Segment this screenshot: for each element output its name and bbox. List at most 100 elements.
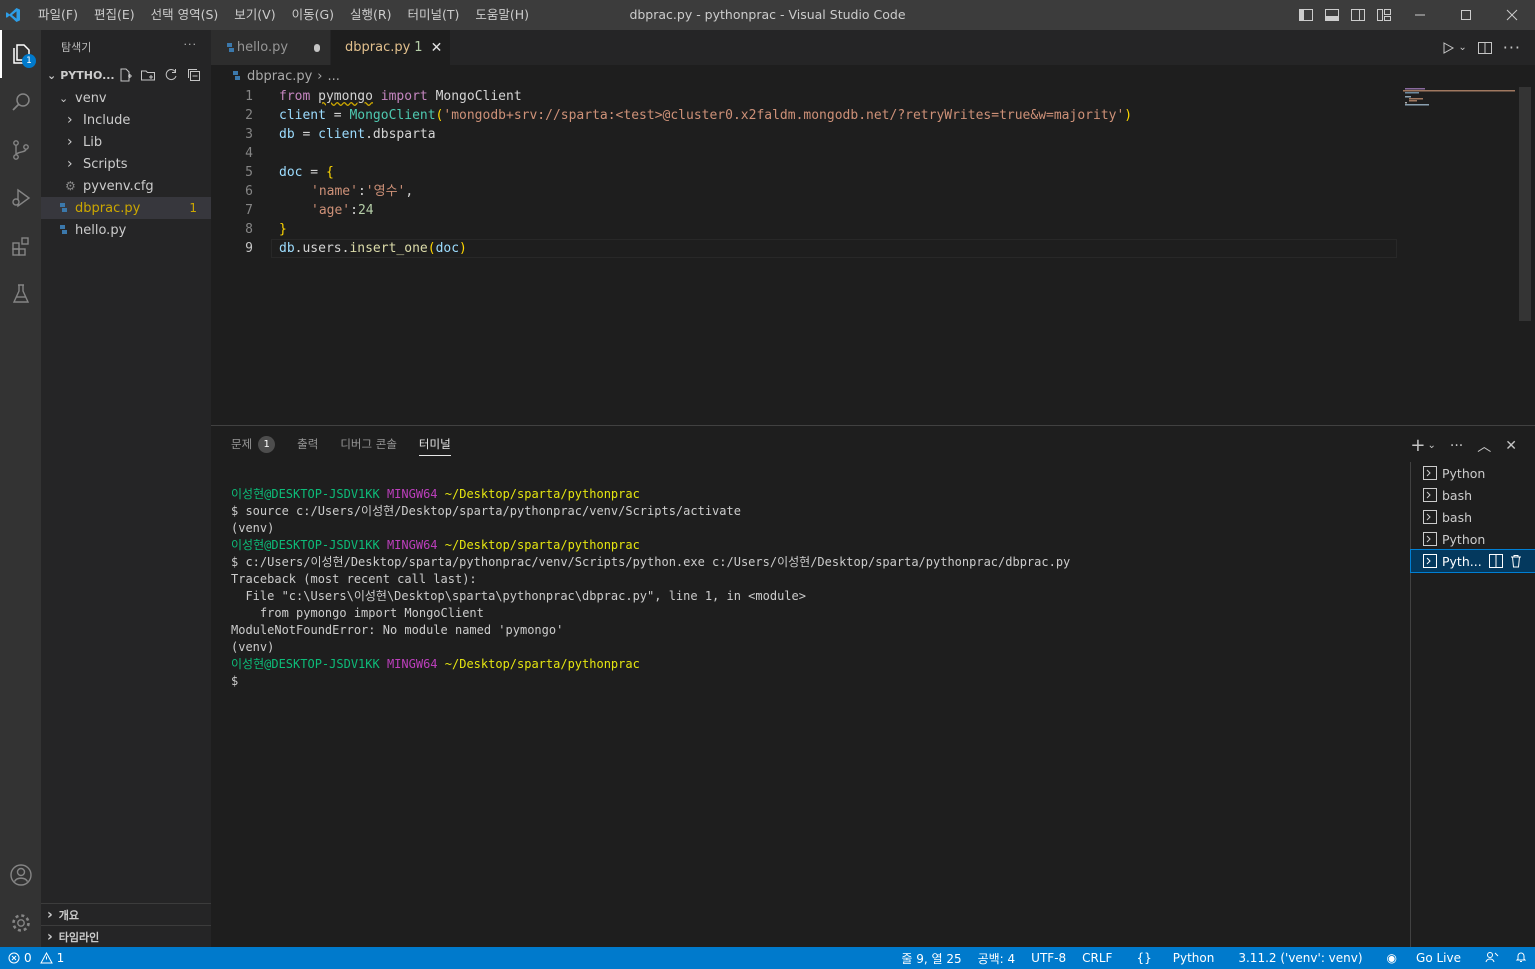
menu-view[interactable]: 보기(V) <box>226 0 283 30</box>
terminal-item[interactable]: Python <box>1411 528 1535 550</box>
feedback-icon[interactable] <box>1477 951 1507 966</box>
line-number: 9 <box>245 241 253 256</box>
tab-terminal[interactable]: 터미널 <box>418 426 451 462</box>
menu-go[interactable]: 이동(G) <box>284 0 342 30</box>
close-window-icon[interactable] <box>1489 0 1535 30</box>
tab-problems[interactable]: 문제 1 <box>231 426 276 462</box>
tab-debug-console[interactable]: 디버그 콘솔 <box>340 426 397 462</box>
indentation[interactable]: 공백: 4 <box>970 950 1024 967</box>
timeline-section[interactable]: › 타임라인 <box>41 925 211 947</box>
editor-more-icon[interactable]: ··· <box>1503 38 1521 57</box>
customize-layout-icon[interactable] <box>1371 0 1397 30</box>
new-folder-icon[interactable] <box>140 67 156 83</box>
chevron-down-icon[interactable]: ⌄ <box>1428 440 1436 451</box>
unsaved-dot-icon[interactable] <box>314 43 320 52</box>
accounts-icon[interactable] <box>0 851 41 899</box>
minimap[interactable] <box>1403 87 1521 425</box>
code-editor[interactable]: 1 2 3 4 5 6 7 8 9 from pymongo import Mo… <box>211 87 1535 425</box>
breadcrumb-file[interactable]: dbprac.py <box>247 69 312 84</box>
line-number: 1 <box>245 89 253 104</box>
terminal-cwd: ~/Desktop/sparta/pythonprac <box>444 657 640 671</box>
menu-help[interactable]: 도움말(H) <box>467 0 537 30</box>
split-terminal-icon[interactable] <box>1489 554 1503 568</box>
minimize-icon[interactable] <box>1397 0 1443 30</box>
terminal-line: from pymongo import MongoClient <box>231 606 484 620</box>
line-number: 5 <box>245 165 253 180</box>
tree-folder-lib[interactable]: › Lib <box>41 131 211 153</box>
breadcrumb-symbol[interactable]: ... <box>328 69 340 84</box>
terminal-icon <box>1423 532 1437 546</box>
terminal-item[interactable]: Python <box>1411 462 1535 484</box>
run-debug-icon[interactable] <box>0 174 41 222</box>
terminal-list: Python bash bash Python Pyth... <box>1410 462 1535 948</box>
tree-folder-scripts[interactable]: › Scripts <box>41 153 211 175</box>
close-tab-icon[interactable]: ✕ <box>431 40 443 56</box>
end-of-line[interactable]: CRLF <box>1074 951 1120 965</box>
status-problems[interactable]: 0 1 <box>0 951 64 965</box>
folder-section-header[interactable]: ⌄ PYTHO... <box>41 63 211 87</box>
explorer-icon[interactable]: 1 <box>0 30 41 78</box>
split-editor-icon[interactable] <box>1477 40 1493 56</box>
menu-file[interactable]: 파일(F) <box>30 0 86 30</box>
maximize-icon[interactable] <box>1443 0 1489 30</box>
menu-edit[interactable]: 편집(E) <box>86 0 143 30</box>
refresh-icon[interactable] <box>163 67 179 83</box>
toggle-panel-icon[interactable] <box>1319 0 1345 30</box>
editor-scrollbar[interactable] <box>1519 87 1531 321</box>
terminal-item-active[interactable]: Pyth... <box>1410 549 1535 573</box>
encoding[interactable]: UTF-8 <box>1023 951 1074 965</box>
code-token: client <box>279 108 326 123</box>
outline-section[interactable]: › 개요 <box>41 903 211 925</box>
code-token: 24 <box>357 203 374 218</box>
toggle-secondary-sidebar-icon[interactable] <box>1345 0 1371 30</box>
code-token: = <box>325 108 350 123</box>
new-file-icon[interactable] <box>117 67 133 83</box>
new-terminal-icon[interactable]: + <box>1410 435 1425 456</box>
chevron-right-icon: › <box>47 906 53 923</box>
search-icon[interactable] <box>0 78 41 126</box>
python-file-icon <box>60 225 67 234</box>
tree-folder-venv[interactable]: ⌄ venv <box>41 87 211 109</box>
code-token: = <box>302 165 326 180</box>
tab-output[interactable]: 출력 <box>297 426 318 462</box>
editor-tabs: hello.py dbprac.py 1 ✕ ⌄ ··· <box>211 30 1535 65</box>
settings-gear-icon[interactable] <box>0 899 41 947</box>
extensions-icon[interactable] <box>0 222 41 270</box>
menu-run[interactable]: 실행(R) <box>342 0 399 30</box>
tab-dbprac-py[interactable]: dbprac.py 1 ✕ <box>331 30 451 65</box>
chevron-right-icon: › <box>67 156 73 172</box>
explorer-more-icon[interactable]: ··· <box>184 38 198 51</box>
source-control-icon[interactable] <box>0 126 41 174</box>
chevron-down-icon[interactable]: ⌄ <box>1458 42 1466 53</box>
tab-label: dbprac.py <box>345 40 411 55</box>
terminal-item[interactable]: bash <box>1411 484 1535 506</box>
terminal-item[interactable]: bash <box>1411 506 1535 528</box>
tab-hello-py[interactable]: hello.py <box>211 30 331 65</box>
vscode-logo-icon[interactable] <box>2 0 24 30</box>
panel-more-icon[interactable]: ··· <box>1450 438 1463 454</box>
menu-terminal[interactable]: 터미널(T) <box>400 0 468 30</box>
go-live-button[interactable]: ◉ Go Live <box>1371 951 1477 965</box>
python-interpreter[interactable]: 3.11.2 ('venv': venv) <box>1230 951 1370 965</box>
maximize-panel-icon[interactable]: ︿ <box>1477 436 1491 456</box>
toggle-primary-sidebar-icon[interactable] <box>1293 0 1319 30</box>
trash-icon[interactable] <box>1509 554 1523 568</box>
tree-file-pyvenv[interactable]: ⚙ pyvenv.cfg <box>41 175 211 197</box>
tree-file-dbprac[interactable]: dbprac.py 1 <box>41 197 211 219</box>
activity-bar: 1 <box>0 30 41 947</box>
tree-file-hello[interactable]: hello.py <box>41 219 211 241</box>
code-token: from <box>279 89 311 104</box>
tree-folder-include[interactable]: › Include <box>41 109 211 131</box>
menu-selection[interactable]: 선택 영역(S) <box>143 0 227 30</box>
run-file-icon[interactable] <box>1440 40 1456 56</box>
testing-flask-icon[interactable] <box>0 270 41 318</box>
cursor-position[interactable]: 줄 9, 열 25 <box>893 950 969 967</box>
notifications-bell-icon[interactable] <box>1507 951 1535 966</box>
terminal-output[interactable]: 이성현@DESKTOP-JSDV1KK MINGW64 ~/Desktop/sp… <box>231 486 1401 690</box>
code-token: client <box>318 127 366 142</box>
close-panel-icon[interactable]: ✕ <box>1505 438 1517 454</box>
collapse-all-icon[interactable] <box>186 67 202 83</box>
chevron-right-icon: › <box>67 134 73 150</box>
language-mode[interactable]: {} Python <box>1120 951 1230 965</box>
terminal-user: 이성현@DESKTOP-JSDV1KK <box>231 657 380 671</box>
